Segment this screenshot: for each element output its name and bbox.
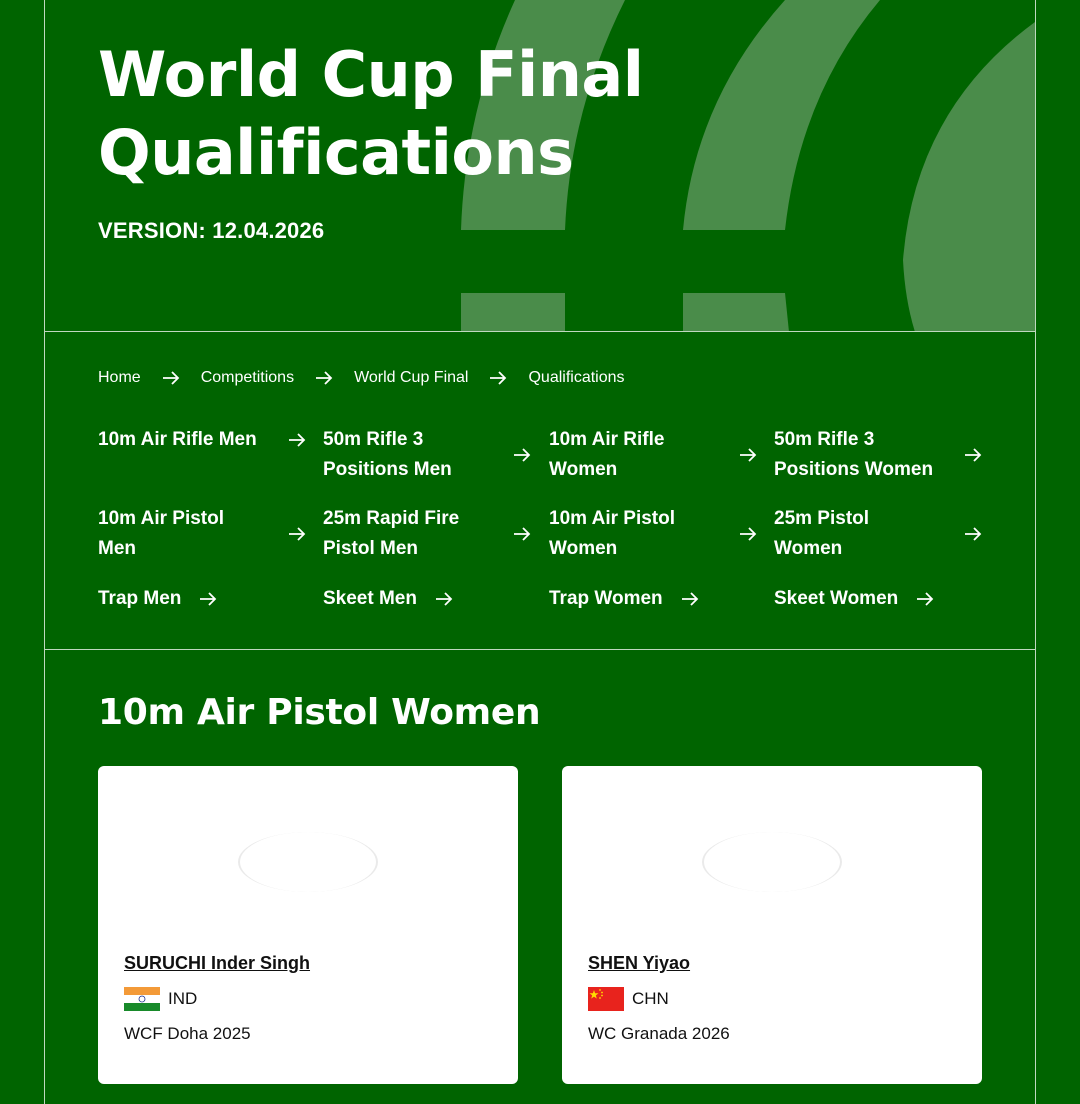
athlete-nation: IND (124, 987, 197, 1011)
arrow-right-icon (141, 371, 201, 385)
category-label: 50m Rifle 3 Positions Women (774, 429, 934, 480)
category-link-10m-air-pistol-men[interactable]: 10m Air Pistol Men (98, 504, 306, 564)
india-flag-icon (124, 987, 160, 1011)
category-label: Trap Men (98, 588, 182, 609)
arrow-right-icon (965, 527, 982, 541)
breadcrumb-world-cup-final[interactable]: World Cup Final (354, 369, 468, 387)
athlete-photo (702, 832, 842, 892)
category-link-skeet-men[interactable]: Skeet Men (323, 584, 531, 614)
athlete-name-link[interactable]: SHEN Yiyao (588, 953, 690, 974)
arrow-right-icon (965, 448, 982, 462)
page-title-line1: World Cup Final (98, 38, 644, 111)
category-link-10m-air-pistol-women[interactable]: 10m Air Pistol Women (549, 504, 757, 564)
category-link-50m-rifle-3-positions-men[interactable]: 50m Rifle 3 Positions Men (323, 425, 531, 485)
arrow-right-icon (435, 592, 453, 606)
category-link-25m-pistol-women[interactable]: 25m Pistol Women (774, 504, 982, 564)
china-flag-icon (588, 987, 624, 1011)
page-frame: World Cup Final Qualifications VERSION: … (44, 0, 1036, 1104)
arrow-right-icon (289, 527, 306, 541)
arrow-right-icon (514, 527, 531, 541)
category-link-10m-air-rifle-men[interactable]: 10m Air Rifle Men (98, 425, 306, 455)
hero-banner: World Cup Final Qualifications VERSION: … (45, 0, 1035, 332)
arrow-right-icon (294, 371, 354, 385)
category-label: 25m Rapid Fire Pistol Men (323, 508, 460, 559)
category-link-10m-air-rifle-women[interactable]: 10m Air Rifle Women (549, 425, 757, 485)
arrow-right-icon (740, 448, 757, 462)
qualification-event: WC Granada 2026 (588, 1024, 730, 1043)
arrow-right-icon (289, 433, 306, 447)
nation-code: IND (168, 989, 198, 1008)
qualification-event: WCF Doha 2025 (124, 1024, 251, 1043)
breadcrumb-qualifications: Qualifications (528, 369, 625, 386)
athlete-name-link[interactable]: SURUCHI Inder Singh (124, 953, 310, 974)
athlete-card: SURUCHI Inder Singh IND WCF Doha 2025 (98, 766, 518, 1084)
breadcrumb-competitions[interactable]: Competitions (201, 369, 294, 387)
arrow-right-icon (740, 527, 757, 541)
category-link-25m-rapid-fire-pistol-men[interactable]: 25m Rapid Fire Pistol Men (323, 504, 531, 564)
section-title: 10m Air Pistol Women (98, 692, 541, 733)
category-label: 10m Air Pistol Women (549, 508, 676, 559)
category-label: Skeet Men (323, 588, 417, 609)
arrow-right-icon (468, 371, 528, 385)
athlete-nation: CHN (588, 987, 669, 1011)
page-title-line2: Qualifications (98, 116, 574, 189)
athlete-photo (238, 832, 378, 892)
category-label: Skeet Women (774, 588, 899, 609)
category-label: Trap Women (549, 588, 663, 609)
page-title: World Cup Final Qualifications (98, 36, 718, 192)
category-link-skeet-women[interactable]: Skeet Women (774, 584, 982, 614)
arrow-right-icon (200, 592, 217, 606)
navigation-panel: Home Competitions World Cup Final Qualif… (45, 332, 1035, 650)
version-label: VERSION: 12.04.2026 (98, 218, 325, 243)
category-link-50m-rifle-3-positions-women[interactable]: 50m Rifle 3 Positions Women (774, 425, 982, 485)
category-link-trap-men[interactable]: Trap Men (98, 584, 306, 614)
athlete-card: SHEN Yiyao CHN WC Granada 2026 (562, 766, 982, 1084)
breadcrumb-home[interactable]: Home (98, 369, 141, 387)
category-link-trap-women[interactable]: Trap Women (549, 584, 757, 614)
category-label: 25m Pistol Women (774, 508, 870, 559)
breadcrumb: Home Competitions World Cup Final Qualif… (98, 368, 625, 388)
category-label: 10m Air Rifle Women (549, 429, 665, 480)
category-label: 10m Air Rifle Men (98, 429, 257, 450)
arrow-right-icon (917, 592, 934, 606)
arrow-right-icon (681, 592, 698, 606)
category-label: 50m Rifle 3 Positions Men (323, 429, 452, 480)
nation-code: CHN (632, 989, 669, 1008)
category-label: 10m Air Pistol Men (98, 508, 225, 559)
arrow-right-icon (514, 448, 531, 462)
